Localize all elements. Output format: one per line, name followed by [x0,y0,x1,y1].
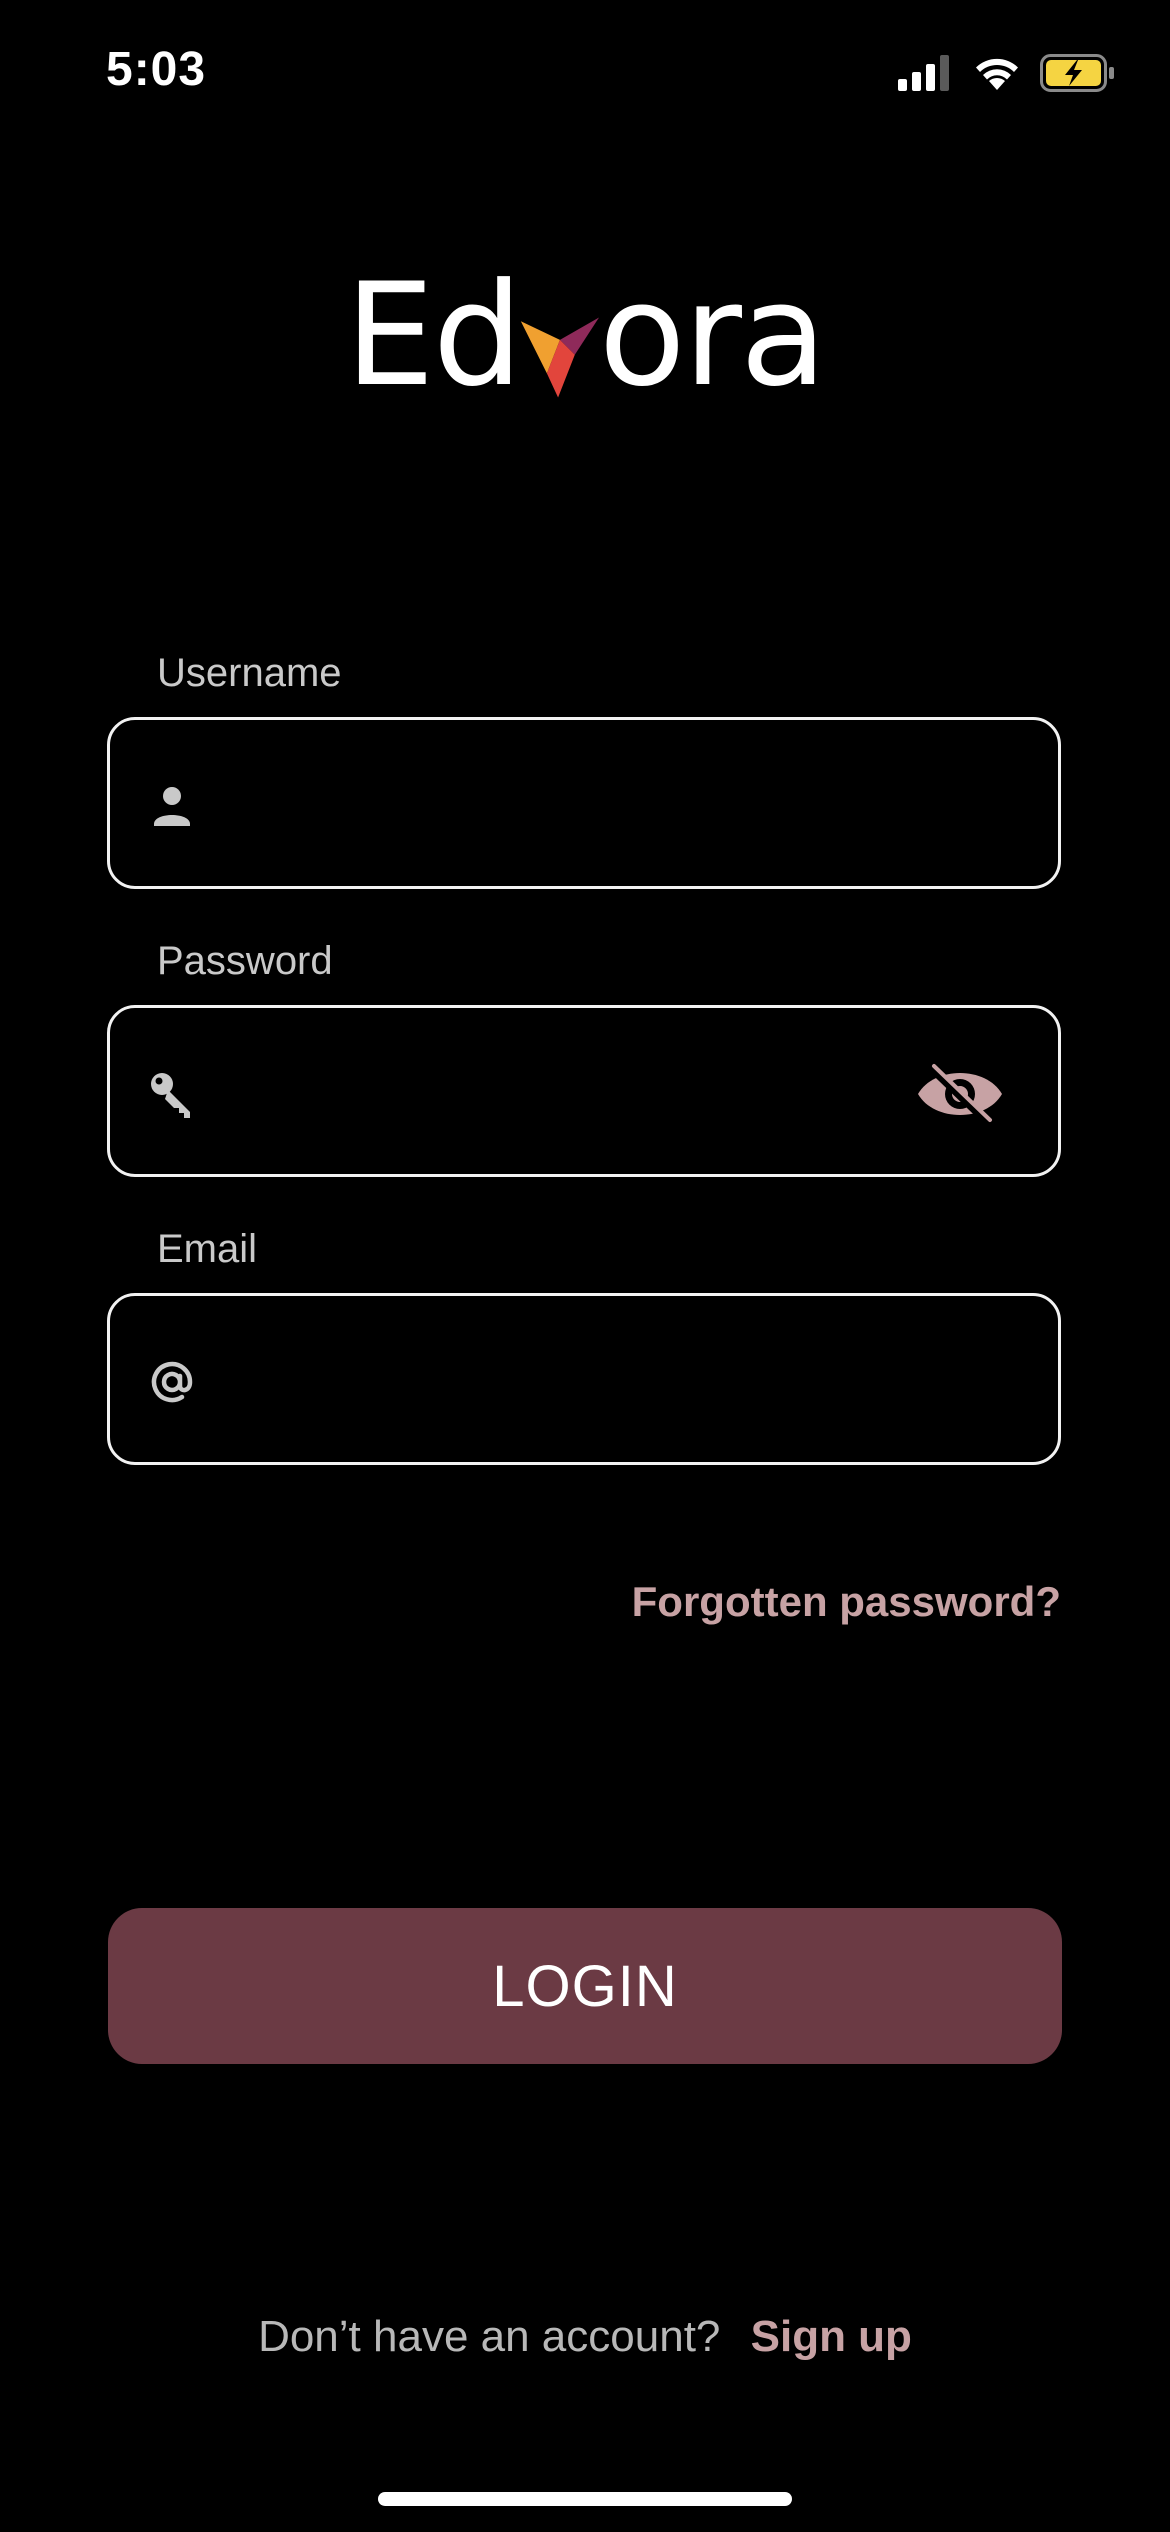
logo-v-mark-icon [520,317,599,398]
signup-link[interactable]: Sign up [751,2312,912,2361]
logo-wordmark: Ed ora [345,253,827,418]
email-field[interactable] [107,1293,1061,1465]
signup-row: Don’t have an account? Sign up [0,2312,1170,2362]
status-time: 5:03 [106,43,207,96]
eye-slash-icon[interactable] [914,1060,1006,1128]
app-logo: Ed ora [345,265,827,407]
at-sign-icon [151,1361,193,1403]
username-input[interactable] [220,760,984,848]
email-input[interactable] [220,1336,984,1424]
email-label: Email [157,1227,258,1271]
person-icon [154,787,190,826]
key-icon [151,1073,190,1118]
status-icons [898,54,1116,92]
cellular-signal-icon [898,55,949,91]
home-indicator[interactable] [378,2492,792,2506]
logo-text-prefix: Ed [345,253,523,418]
forgot-password-link[interactable]: Forgotten password? [632,1578,1061,1626]
password-field[interactable] [107,1005,1061,1177]
logo-text-suffix: ora [598,253,827,418]
status-bar: 5:03 [0,0,1170,150]
login-button[interactable]: LOGIN [108,1908,1062,2064]
password-input[interactable] [220,1048,984,1136]
battery-charging-icon [1040,54,1114,92]
username-field[interactable] [107,717,1061,889]
password-label: Password [157,939,333,983]
signup-prompt: Don’t have an account? [258,2312,721,2361]
username-label: Username [157,651,342,695]
wifi-icon [976,58,1018,90]
